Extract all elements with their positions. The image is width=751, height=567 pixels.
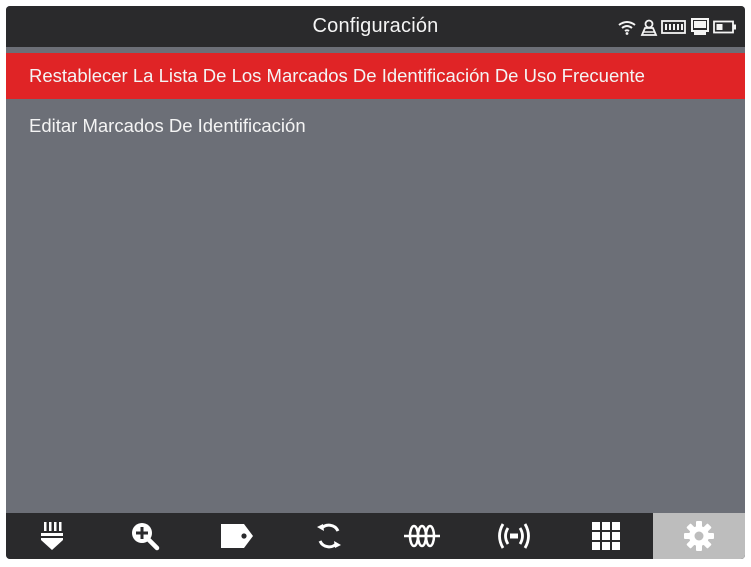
refresh-icon (314, 521, 344, 551)
tab-zoom[interactable] (98, 513, 190, 559)
tab-tag[interactable] (191, 513, 283, 559)
menu-item-label: Restablecer La Lista De Los Marcados De … (29, 65, 645, 86)
menu-item-reset-frequent-markers[interactable]: Restablecer La Lista De Los Marcados De … (6, 53, 745, 99)
coil-icon (403, 523, 441, 549)
battery-icon (713, 20, 737, 34)
device-screen: Configuración Restablecer La Lista De Lo… (6, 6, 745, 559)
zoom-plus-icon (130, 521, 160, 551)
grid-icon (591, 521, 621, 551)
plug-icon (39, 521, 65, 551)
tag-icon (220, 523, 254, 549)
gear-icon (683, 520, 715, 552)
tab-settings[interactable] (652, 513, 745, 559)
signal-icon (495, 521, 533, 551)
printer-icon (690, 17, 710, 36)
tab-signal[interactable] (468, 513, 560, 559)
tab-grid[interactable] (560, 513, 652, 559)
title-bar: Configuración (6, 6, 745, 47)
status-bar (617, 6, 737, 47)
tab-plug[interactable] (6, 513, 98, 559)
tab-refresh[interactable] (283, 513, 375, 559)
wifi-icon (617, 19, 637, 35)
tab-coil[interactable] (376, 513, 468, 559)
alert-person-icon (640, 18, 658, 36)
menu-item-edit-markers[interactable]: Editar Marcados De Identificación (6, 103, 745, 149)
bottom-nav (6, 513, 745, 559)
menu-item-label: Editar Marcados De Identificación (29, 115, 306, 136)
battery-tool-icon (661, 19, 687, 35)
